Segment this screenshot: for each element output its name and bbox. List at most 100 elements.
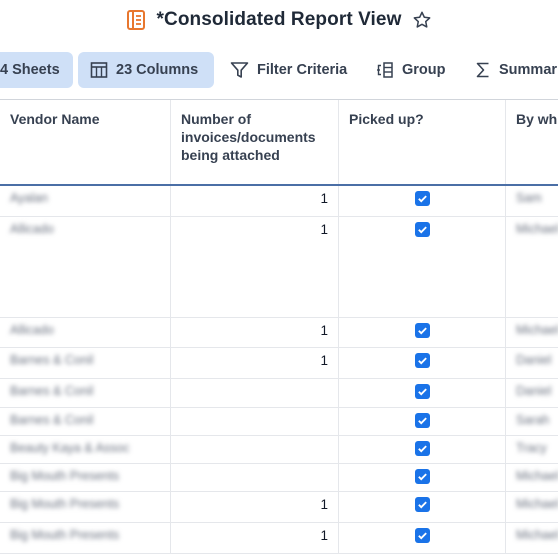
column-header-label: Vendor Name — [10, 111, 100, 127]
summary-label: Summar — [499, 62, 558, 78]
page-title: *Consolidated Report View — [156, 9, 402, 30]
report-grid: Vendor Name Number of invoices/documents… — [0, 99, 558, 558]
group-button[interactable]: Group — [364, 52, 458, 88]
invoice-count-cell[interactable] — [171, 408, 339, 435]
picked-up-cell[interactable] — [339, 523, 506, 553]
column-header-label: Number of invoices/documents being attac… — [181, 111, 316, 163]
vendor-name-value: Allicado — [10, 222, 54, 236]
summary-button[interactable]: Summar — [463, 52, 558, 88]
sheets-button[interactable]: 4 Sheets — [0, 52, 73, 88]
vendor-name-value: Barnes & Conil — [10, 384, 94, 398]
column-header-by-whom[interactable]: By wh — [506, 100, 558, 184]
picked-up-cell[interactable] — [339, 186, 506, 216]
vendor-name-cell[interactable]: Beauty Kaya & Assoc — [0, 436, 171, 463]
checkbox-checked-icon[interactable] — [414, 222, 430, 237]
table-row[interactable]: Big Mouth Presents 1 Michael — [0, 492, 558, 523]
by-whom-value: Daniel — [516, 353, 552, 367]
vendor-name-value: Allicado — [10, 323, 54, 337]
group-label: Group — [402, 62, 446, 78]
vendor-name-cell[interactable]: Ayalan — [0, 186, 171, 216]
by-whom-value: Michael — [516, 222, 558, 236]
table-row[interactable]: Big Mouth Presents Michael — [0, 464, 558, 492]
checkbox-checked-icon[interactable] — [414, 413, 430, 428]
star-icon[interactable] — [411, 9, 433, 31]
vendor-name-cell[interactable]: Barnes & Conil — [0, 348, 171, 378]
vendor-name-cell[interactable]: Barnes & Conil — [0, 379, 171, 407]
by-whom-value: Tracy — [516, 441, 547, 455]
invoice-count-cell[interactable]: 1 — [171, 217, 339, 317]
column-header-label: By wh — [516, 111, 558, 127]
by-whom-value: Michael — [516, 528, 558, 542]
filter-criteria-label: Filter Criteria — [257, 62, 348, 78]
column-header-picked-up[interactable]: Picked up? — [339, 100, 506, 184]
by-whom-cell[interactable]: Sarah — [506, 408, 558, 435]
table-row[interactable]: Ayalan 1 Sam — [0, 186, 558, 217]
by-whom-cell[interactable]: Michael — [506, 492, 558, 522]
vendor-name-value: Big Mouth Presents — [10, 497, 120, 511]
picked-up-cell[interactable] — [339, 408, 506, 435]
by-whom-cell[interactable]: Daniel — [506, 348, 558, 378]
column-header-number-of-invoices[interactable]: Number of invoices/documents being attac… — [171, 100, 339, 184]
invoice-count-cell[interactable]: 1 — [171, 523, 339, 553]
invoice-count-cell[interactable] — [171, 436, 339, 463]
by-whom-cell[interactable]: Michael — [506, 217, 558, 317]
invoice-count-cell[interactable]: 1 — [171, 492, 339, 522]
vendor-name-cell[interactable]: Big Mouth Presents — [0, 464, 171, 491]
by-whom-cell[interactable]: Michael — [506, 318, 558, 347]
checkbox-checked-icon[interactable] — [414, 323, 430, 338]
vendor-name-cell[interactable]: Allicado — [0, 217, 171, 317]
by-whom-cell[interactable]: Tracy — [506, 436, 558, 463]
invoice-count-cell[interactable] — [171, 379, 339, 407]
vendor-name-cell[interactable]: Barnes & Conil — [0, 408, 171, 435]
vendor-name-cell[interactable]: Allicado — [0, 318, 171, 347]
title-bar: *Consolidated Report View — [0, 0, 558, 40]
group-icon — [377, 62, 393, 78]
vendor-name-value: Barnes & Conil — [10, 353, 94, 367]
vendor-name-value: Beauty Kaya & Assoc — [10, 441, 130, 455]
picked-up-cell[interactable] — [339, 464, 506, 491]
vendor-name-value: Big Mouth Presents — [10, 469, 120, 483]
invoice-count-cell[interactable]: 1 — [171, 318, 339, 347]
by-whom-value: Sam — [516, 191, 542, 205]
column-header-label: Picked up? — [349, 111, 424, 127]
vendor-name-cell[interactable]: Big Mouth Presents — [0, 523, 171, 553]
by-whom-cell[interactable]: Michael — [506, 523, 558, 553]
picked-up-cell[interactable] — [339, 348, 506, 378]
vendor-name-value: Ayalan — [10, 191, 48, 205]
checkbox-checked-icon[interactable] — [414, 469, 430, 484]
picked-up-cell[interactable] — [339, 318, 506, 347]
grid-header: Vendor Name Number of invoices/documents… — [0, 100, 558, 186]
columns-icon — [90, 62, 108, 78]
by-whom-value: Sarah — [516, 413, 550, 427]
picked-up-cell[interactable] — [339, 217, 506, 317]
checkbox-checked-icon[interactable] — [414, 191, 430, 206]
checkbox-checked-icon[interactable] — [414, 384, 430, 399]
picked-up-cell[interactable] — [339, 492, 506, 522]
checkbox-checked-icon[interactable] — [414, 497, 430, 512]
by-whom-cell[interactable]: Sam — [506, 186, 558, 216]
sigma-icon — [476, 62, 489, 78]
table-row[interactable]: Big Mouth Presents 1 Michael — [0, 523, 558, 554]
report-toolbar: 4 Sheets 23 Columns Filter Criteria Grou… — [0, 52, 558, 90]
table-row[interactable]: Beauty Kaya & Assoc Tracy — [0, 436, 558, 464]
invoice-count-cell[interactable] — [171, 464, 339, 491]
columns-button[interactable]: 23 Columns — [78, 52, 214, 88]
checkbox-checked-icon[interactable] — [414, 441, 430, 456]
filter-criteria-button[interactable]: Filter Criteria — [218, 52, 359, 88]
invoice-count-cell[interactable]: 1 — [171, 186, 339, 216]
invoice-count-cell[interactable]: 1 — [171, 348, 339, 378]
checkbox-checked-icon[interactable] — [414, 528, 430, 543]
picked-up-cell[interactable] — [339, 379, 506, 407]
picked-up-cell[interactable] — [339, 436, 506, 463]
by-whom-cell[interactable]: Michael — [506, 464, 558, 491]
vendor-name-cell[interactable]: Big Mouth Presents — [0, 492, 171, 522]
table-row[interactable]: Barnes & Conil Sarah — [0, 408, 558, 436]
column-header-vendor-name[interactable]: Vendor Name — [0, 100, 171, 184]
table-row[interactable]: Allicado 1 Michael — [0, 217, 558, 318]
by-whom-cell[interactable]: Daniel — [506, 379, 558, 407]
table-row[interactable]: Barnes & Conil Daniel — [0, 379, 558, 408]
table-row[interactable]: Barnes & Conil 1 Daniel — [0, 348, 558, 379]
by-whom-value: Michael — [516, 323, 558, 337]
table-row[interactable]: Allicado 1 Michael — [0, 318, 558, 348]
checkbox-checked-icon[interactable] — [414, 353, 430, 368]
